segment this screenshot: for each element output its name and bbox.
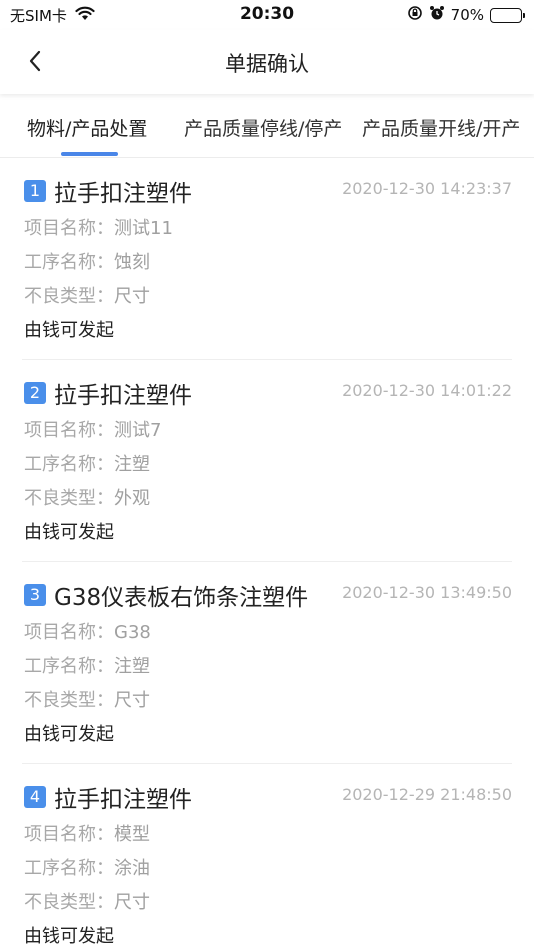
item-index-badge: 2 [24,382,46,404]
battery-icon [490,7,525,23]
list-item[interactable]: 4 拉手扣注塑件 2020-12-29 21:48:50 项目名称：模型 工序名… [22,764,512,950]
item-title: 拉手扣注塑件 [54,181,192,207]
item-timestamp: 2020-12-29 21:48:50 [342,785,512,804]
item-process-row: 工序名称：蚀刻 [24,248,150,274]
project-label: 项目名称： [24,824,114,845]
item-defect-row: 不良类型：尺寸 [24,686,150,712]
process-label: 工序名称： [24,252,114,273]
project-label: 项目名称： [24,420,114,441]
project-label: 项目名称： [24,622,114,643]
tab-quality-line-stop[interactable]: 产品质量停线/停产 [184,114,342,141]
alarm-icon [429,5,445,25]
page-title: 单据确认 [225,52,309,76]
active-tab-indicator [61,152,118,156]
item-initiator: 由钱可发起 [24,320,114,341]
item-process-row: 工序名称：注塑 [24,450,150,476]
item-process-row: 工序名称：注塑 [24,652,150,678]
process-value: 蚀刻 [114,252,150,273]
item-initiator: 由钱可发起 [24,926,114,947]
item-project-row: 项目名称：模型 [24,820,150,846]
orientation-lock-icon [407,5,423,25]
item-title: 拉手扣注塑件 [54,787,192,813]
defect-value: 外观 [114,488,150,509]
item-timestamp: 2020-12-30 13:49:50 [342,583,512,602]
item-timestamp: 2020-12-30 14:01:22 [342,381,512,400]
tab-bar: 物料/产品处置 产品质量停线/停产 产品质量开线/开产 [0,94,534,158]
process-label: 工序名称： [24,454,114,475]
item-index-badge: 3 [24,584,46,606]
defect-value: 尺寸 [114,690,150,711]
tab-quality-line-start[interactable]: 产品质量开线/开产 [362,114,520,141]
battery-percent: 70% [450,6,484,24]
status-right: 70% [407,5,525,25]
defect-value: 尺寸 [114,286,150,307]
navigation-bar: 单据确认 [0,30,534,94]
status-bar: 无SIM卡 20:30 70% [0,0,534,30]
process-label: 工序名称： [24,656,114,677]
item-process-row: 工序名称：涂油 [24,854,150,880]
item-project-row: 项目名称：G38 [24,618,151,644]
defect-label: 不良类型： [24,488,114,509]
item-timestamp: 2020-12-30 14:23:37 [342,179,512,198]
project-label: 项目名称： [24,218,114,239]
process-value: 注塑 [114,454,150,475]
defect-label: 不良类型： [24,286,114,307]
list-item[interactable]: 3 G38仪表板右饰条注塑件 2020-12-30 13:49:50 项目名称：… [22,562,512,764]
tab-material-disposal[interactable]: 物料/产品处置 [27,114,147,141]
project-value: G38 [114,622,151,643]
item-defect-row: 不良类型：尺寸 [24,888,150,914]
process-value: 注塑 [114,656,150,677]
item-defect-row: 不良类型：外观 [24,484,150,510]
item-index-badge: 1 [24,180,46,202]
list-item[interactable]: 2 拉手扣注塑件 2020-12-30 14:01:22 项目名称：测试7 工序… [22,360,512,562]
defect-label: 不良类型： [24,892,114,913]
item-project-row: 项目名称：测试11 [24,214,173,240]
process-label: 工序名称： [24,858,114,879]
list-item[interactable]: 1 拉手扣注塑件 2020-12-30 14:23:37 项目名称：测试11 工… [22,158,512,360]
project-value: 测试7 [114,420,162,441]
item-project-row: 项目名称：测试7 [24,416,161,442]
item-initiator: 由钱可发起 [24,724,114,745]
defect-label: 不良类型： [24,690,114,711]
item-defect-row: 不良类型：尺寸 [24,282,150,308]
item-index-badge: 4 [24,786,46,808]
item-initiator: 由钱可发起 [24,522,114,543]
project-value: 模型 [114,824,150,845]
item-title: G38仪表板右饰条注塑件 [54,585,309,611]
process-value: 涂油 [114,858,150,879]
project-value: 测试11 [114,218,173,239]
defect-value: 尺寸 [114,892,150,913]
item-title: 拉手扣注塑件 [54,383,192,409]
document-list: 1 拉手扣注塑件 2020-12-30 14:23:37 项目名称：测试11 工… [0,158,534,950]
